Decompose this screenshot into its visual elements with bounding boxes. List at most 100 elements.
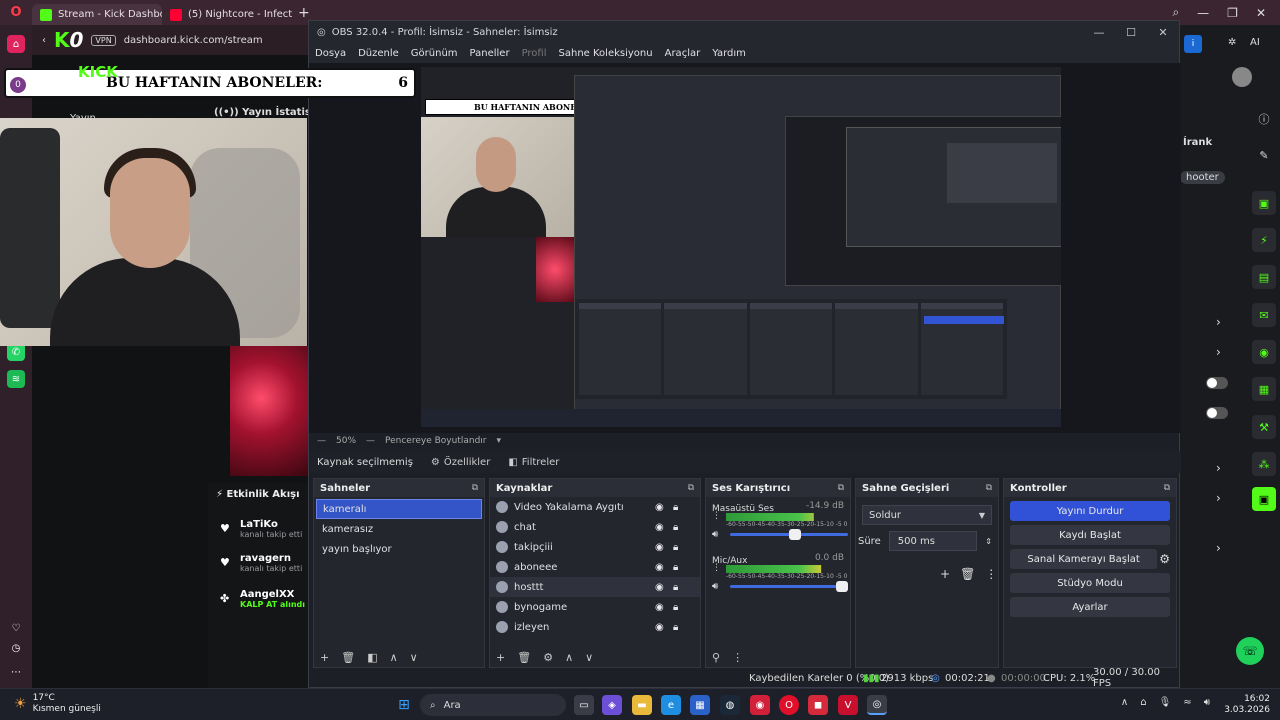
settings-button[interactable]: Ayarlar bbox=[1010, 597, 1170, 617]
lock-icon[interactable]: 🔒︎ bbox=[673, 622, 678, 633]
start-virtual-camera-button[interactable]: Sanal Kamerayı Başlat bbox=[1010, 549, 1158, 569]
properties-button[interactable]: ⚙ Özellikler bbox=[431, 457, 490, 468]
undock-icon[interactable]: ⧉ bbox=[838, 483, 844, 493]
eye-icon[interactable]: ◉ bbox=[655, 522, 664, 533]
move-down-icon[interactable]: ∨ bbox=[410, 651, 418, 664]
minimize-icon[interactable]: — bbox=[1083, 21, 1115, 43]
settings-icon[interactable]: ⚲ bbox=[712, 651, 720, 664]
more-icon[interactable]: ⋮ bbox=[985, 567, 997, 581]
source-item[interactable]: aboneee ◉ 🔒︎ bbox=[490, 557, 700, 577]
zoom-in-icon[interactable]: — bbox=[366, 436, 375, 446]
app-icon[interactable]: ◉ bbox=[750, 695, 770, 715]
ai-icon[interactable]: AI bbox=[1250, 37, 1260, 48]
wrench-icon[interactable]: ⚒ bbox=[1252, 415, 1276, 439]
taskbar-search[interactable]: ⌕ Ara bbox=[420, 694, 566, 716]
trash-icon[interactable]: 🗑 bbox=[960, 567, 975, 581]
search-icon[interactable]: ⌕ bbox=[1172, 5, 1179, 20]
lock-icon[interactable]: 🔒︎ bbox=[673, 562, 678, 573]
extension-icon[interactable]: i bbox=[1184, 35, 1202, 53]
zoom-level[interactable]: 50% bbox=[336, 436, 356, 446]
chat-icon[interactable]: ✉ bbox=[1252, 303, 1276, 327]
app-icon[interactable]: ◼ bbox=[808, 695, 828, 715]
duration-input[interactable]: 500 ms bbox=[888, 531, 978, 551]
eye-icon[interactable]: ◉ bbox=[655, 582, 664, 593]
source-item[interactable]: Video Yakalama Aygıtı ◉ 🔒︎ bbox=[490, 497, 700, 517]
chevron-right-icon[interactable]: › bbox=[1216, 541, 1221, 555]
undock-icon[interactable]: ⧉ bbox=[472, 483, 478, 493]
network-icon[interactable]: ⌂ bbox=[1140, 697, 1146, 708]
obs-taskbar-icon[interactable]: ◎ bbox=[867, 695, 887, 715]
address-bar[interactable]: ‹ K0 VPN dashboard.kick.com/stream bbox=[32, 25, 312, 55]
zoom-out-icon[interactable]: — bbox=[317, 436, 326, 446]
toggle-switch[interactable] bbox=[1206, 407, 1228, 419]
menu-dosya[interactable]: Dosya bbox=[315, 48, 346, 59]
menu-sahne-koleksiyonu[interactable]: Sahne Koleksiyonu bbox=[559, 48, 653, 59]
move-up-icon[interactable]: ∧ bbox=[390, 651, 398, 664]
start-recording-button[interactable]: Kaydı Başlat bbox=[1010, 525, 1170, 545]
move-up-icon[interactable]: ∧ bbox=[565, 651, 573, 664]
edit-icon[interactable]: ✎ bbox=[1252, 143, 1276, 167]
more-icon[interactable]: ⋮ bbox=[732, 651, 743, 664]
back-icon[interactable]: ‹ bbox=[42, 35, 46, 46]
tab-youtube[interactable]: (5) Nightcore - Infecte bbox=[162, 4, 292, 25]
share-icon[interactable]: ⁂ bbox=[1252, 452, 1276, 476]
document-icon[interactable]: ▤ bbox=[1252, 265, 1276, 289]
chevron-right-icon[interactable]: › bbox=[1216, 315, 1221, 329]
puzzle-icon[interactable]: ✲ bbox=[1228, 37, 1236, 48]
source-item[interactable]: hosttt ◉ 🔒︎ bbox=[490, 577, 700, 597]
edge-icon[interactable]: e bbox=[661, 695, 681, 715]
new-tab-icon[interactable]: + bbox=[298, 5, 310, 21]
broadcast-icon[interactable]: ◉ bbox=[1252, 340, 1276, 364]
menu-paneller[interactable]: Paneller bbox=[470, 48, 510, 59]
lock-icon[interactable]: 🔒︎ bbox=[673, 522, 678, 533]
stop-stream-button[interactable]: Yayını Durdur bbox=[1010, 501, 1170, 521]
support-icon[interactable]: ☏ bbox=[1236, 637, 1264, 665]
vpn-badge[interactable]: VPN bbox=[91, 34, 116, 46]
menu-duzenle[interactable]: Düzenle bbox=[358, 48, 399, 59]
eye-icon[interactable]: ◉ bbox=[655, 622, 664, 633]
bolt-icon[interactable]: ⚡ bbox=[1252, 228, 1276, 252]
chevron-right-icon[interactable]: › bbox=[1216, 491, 1221, 505]
eye-icon[interactable]: ◉ bbox=[655, 562, 664, 573]
speaker-icon[interactable]: 🔊︎ bbox=[712, 529, 718, 540]
obs-preview[interactable]: BU HAFTANIN ABONELER: bbox=[309, 63, 1181, 433]
add-icon[interactable]: + bbox=[940, 567, 950, 581]
weather-widget[interactable]: ☀ 17°C Kısmen güneşli bbox=[14, 693, 101, 715]
trash-icon[interactable]: 🗑 bbox=[341, 651, 355, 664]
start-icon[interactable]: ⊞ bbox=[394, 695, 414, 715]
gear-icon[interactable]: ⚙ bbox=[543, 651, 553, 664]
eye-icon[interactable]: ◉ bbox=[655, 542, 664, 553]
scene-item[interactable]: yayın başlıyor bbox=[316, 539, 482, 559]
app-icon[interactable]: V bbox=[838, 695, 858, 715]
add-icon[interactable]: + bbox=[496, 651, 505, 664]
chevron-right-icon[interactable]: › bbox=[1216, 345, 1221, 359]
gift-icon[interactable]: ▣ bbox=[1252, 487, 1276, 511]
menu-yardim[interactable]: Yardım bbox=[712, 48, 746, 59]
lock-icon[interactable]: 🔒︎ bbox=[673, 502, 678, 513]
file-explorer-icon[interactable]: ▬ bbox=[632, 695, 652, 715]
undock-icon[interactable]: ⧉ bbox=[688, 483, 694, 493]
heart-icon[interactable]: ♡ bbox=[7, 619, 25, 637]
menu-gorunum[interactable]: Görünüm bbox=[411, 48, 458, 59]
history-icon[interactable]: ◷ bbox=[7, 639, 25, 657]
filters-button[interactable]: ◧ Filtreler bbox=[508, 457, 559, 468]
more-icon[interactable]: ⋯ bbox=[7, 663, 25, 681]
chevron-right-icon[interactable]: › bbox=[1216, 461, 1221, 475]
taskbar-clock[interactable]: 16:02 3.03.2026 bbox=[1224, 694, 1270, 716]
speaker-icon[interactable]: 🔊︎ bbox=[712, 581, 718, 592]
more-icon[interactable]: ⋮ bbox=[712, 511, 721, 521]
undock-icon[interactable]: ⧉ bbox=[986, 483, 992, 493]
chevron-down-icon[interactable]: ▾ bbox=[497, 436, 502, 446]
trash-icon[interactable]: 🗑 bbox=[517, 651, 531, 664]
url-text[interactable]: dashboard.kick.com/stream bbox=[124, 35, 263, 46]
move-down-icon[interactable]: ∨ bbox=[585, 651, 593, 664]
mic-icon[interactable]: 🎙︎ bbox=[1159, 697, 1172, 708]
eye-icon[interactable]: ◉ bbox=[655, 602, 664, 613]
close-icon[interactable]: ✕ bbox=[1256, 6, 1266, 20]
avatar[interactable]: 0 bbox=[8, 75, 28, 95]
copilot-icon[interactable]: ◈ bbox=[602, 695, 622, 715]
stepper-icon[interactable]: ⇕ bbox=[985, 537, 992, 546]
lock-icon[interactable]: 🔒︎ bbox=[673, 602, 678, 613]
studio-mode-button[interactable]: Stüdyo Modu bbox=[1010, 573, 1170, 593]
filter-icon[interactable]: ◧ bbox=[367, 651, 377, 664]
